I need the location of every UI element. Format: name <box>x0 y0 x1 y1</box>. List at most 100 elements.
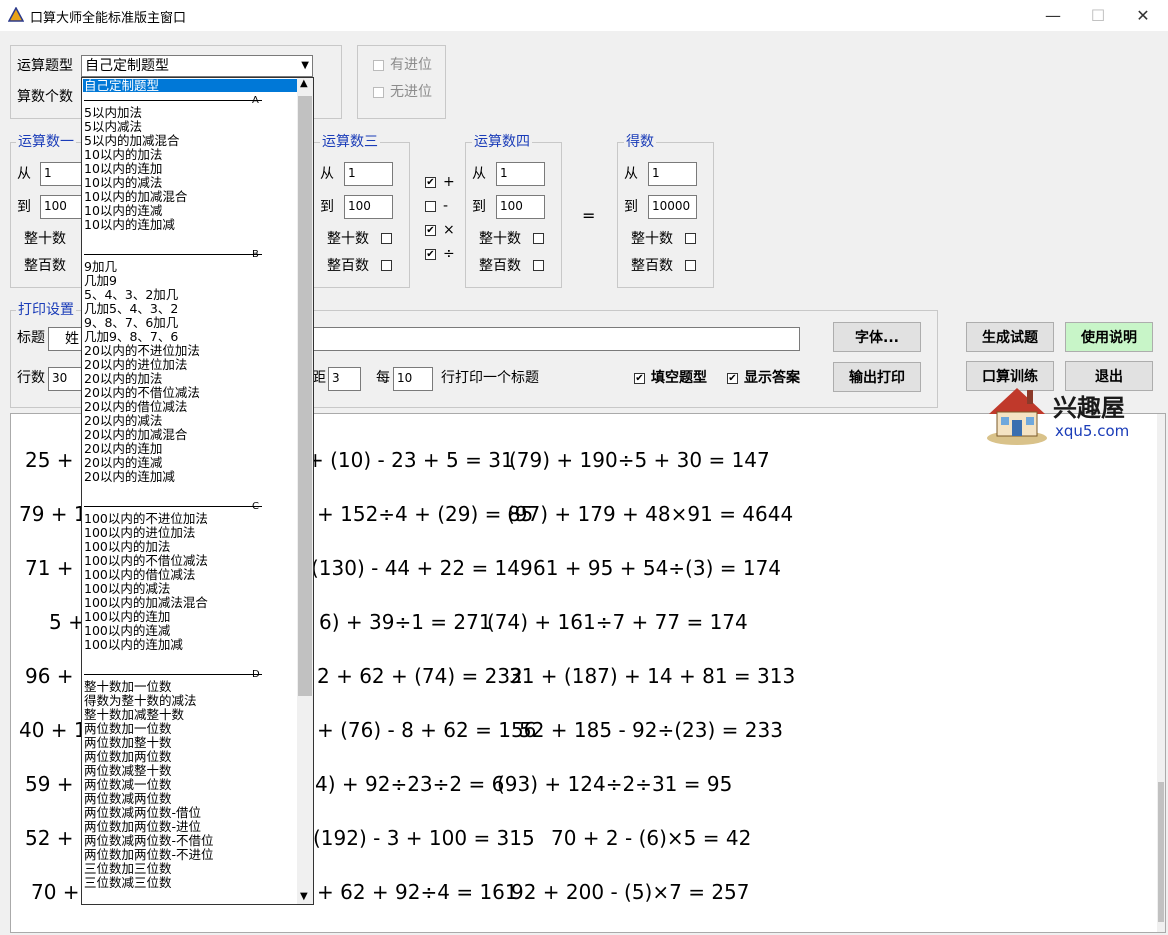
dropdown-item[interactable]: 两位数减两位数-不借位 <box>84 834 214 848</box>
dropdown-item[interactable]: 20以内的不进位加法 <box>84 344 200 358</box>
operand1-from-label: 从 <box>17 166 31 182</box>
every-label: 每 <box>376 370 390 386</box>
chevron-down-icon[interactable]: ▼ <box>301 56 309 76</box>
dropdown-item[interactable]: 5以内的加减混合 <box>84 134 179 148</box>
dropdown-item[interactable]: 几加9、8、7、6 <box>84 330 178 344</box>
divide-checkbox[interactable]: ✔ <box>425 249 436 260</box>
dropdown-item[interactable]: 得数为整十数的减法 <box>84 694 197 708</box>
problem-item: 31 + (187) + 14 + 81 = 313 <box>509 664 796 688</box>
dropdown-item[interactable]: 10以内的连加减 <box>84 218 175 232</box>
problem-item: (74) + 161÷7 + 77 = 174 <box>487 610 748 634</box>
dropdown-item[interactable]: 20以内的连加 <box>84 442 162 456</box>
dropdown-item[interactable]: 9加几 <box>84 260 117 274</box>
result-tens-checkbox[interactable] <box>685 233 696 244</box>
dropdown-item[interactable]: 20以内的借位减法 <box>84 400 187 414</box>
dropdown-selected-item[interactable]: 自己定制题型 <box>83 79 298 92</box>
scroll-down-icon[interactable]: ▼ <box>300 891 308 902</box>
dropdown-item[interactable]: 两位数减两位数-借位 <box>84 806 201 820</box>
dropdown-item[interactable]: 两位数加两位数 <box>84 750 172 764</box>
output-print-button[interactable]: 输出打印 <box>833 362 921 392</box>
operand3-tens-checkbox[interactable] <box>381 233 392 244</box>
xqu5-logo: 兴趣屋 xqu5.com <box>983 380 1143 446</box>
dropdown-item[interactable]: 20以内的加减混合 <box>84 428 187 442</box>
dropdown-item[interactable]: 整十数加减整十数 <box>84 708 184 722</box>
result-hundreds-checkbox[interactable] <box>685 260 696 271</box>
dropdown-item[interactable]: 100以内的减法 <box>84 582 170 596</box>
dropdown-item[interactable]: 三位数减三位数 <box>84 876 172 890</box>
operand4-from-input[interactable]: 1 <box>496 162 545 186</box>
dropdown-item[interactable]: 两位数减一位数 <box>84 778 172 792</box>
dropdown-scrollbar-thumb[interactable] <box>298 96 312 696</box>
every-input[interactable]: 10 <box>393 367 433 391</box>
type-select[interactable]: 自己定制题型 ▼ <box>81 55 313 77</box>
dropdown-item[interactable]: 100以内的不借位减法 <box>84 554 208 568</box>
dropdown-item[interactable]: 100以内的连加 <box>84 610 170 624</box>
scroll-up-icon[interactable]: ▲ <box>300 78 308 89</box>
maximize-button[interactable]: ☐ <box>1075 0 1121 31</box>
dropdown-item[interactable]: 20以内的连减 <box>84 456 162 470</box>
dropdown-item[interactable]: 两位数加两位数-进位 <box>84 820 201 834</box>
dropdown-scrollbar[interactable]: ▲ ▼ <box>297 78 313 904</box>
carry-checkbox[interactable] <box>373 60 384 71</box>
dropdown-item[interactable]: 5、4、3、2加几 <box>84 288 178 302</box>
times-checkbox[interactable]: ✔ <box>425 225 436 236</box>
dropdown-item[interactable]: 两位数加两位数-不进位 <box>84 848 214 862</box>
operand3-hundreds-checkbox[interactable] <box>381 260 392 271</box>
dropdown-item[interactable]: 5以内减法 <box>84 120 142 134</box>
minimize-button[interactable]: — <box>1030 0 1076 31</box>
dropdown-separator-label: C <box>252 501 259 512</box>
dropdown-item[interactable]: 10以内的连减 <box>84 204 162 218</box>
rows-input[interactable]: 30 <box>48 367 82 391</box>
generate-button[interactable]: 生成试题 <box>966 322 1054 352</box>
dropdown-item[interactable]: 100以内的加减法混合 <box>84 596 208 610</box>
dropdown-item[interactable]: 10以内的减法 <box>84 176 162 190</box>
dropdown-item[interactable]: 20以内的减法 <box>84 414 162 428</box>
operand3-to-input[interactable]: 100 <box>344 195 393 219</box>
dropdown-item[interactable]: 10以内的连加 <box>84 162 162 176</box>
dropdown-item[interactable]: 10以内的加法 <box>84 148 162 162</box>
dropdown-item[interactable]: 20以内的连加减 <box>84 470 175 484</box>
dropdown-item[interactable]: 两位数加整十数 <box>84 736 172 750</box>
show-answer-checkbox[interactable]: ✔ <box>727 373 738 384</box>
result-from-input[interactable]: 1 <box>648 162 697 186</box>
operand4-to-input[interactable]: 100 <box>496 195 545 219</box>
problem-item: (130) - 44 + 22 = 149 <box>311 556 533 580</box>
problem-scrollbar[interactable] <box>1157 414 1165 932</box>
minus-checkbox[interactable] <box>425 201 436 212</box>
operand4-hundreds-checkbox[interactable] <box>533 260 544 271</box>
plus-checkbox[interactable]: ✔ <box>425 177 436 188</box>
dropdown-item[interactable]: 100以内的借位减法 <box>84 568 195 582</box>
dropdown-item[interactable]: 几加9 <box>84 274 117 288</box>
dropdown-item[interactable]: 20以内的不借位减法 <box>84 386 200 400</box>
dropdown-item[interactable]: 两位数减整十数 <box>84 764 172 778</box>
dropdown-item[interactable]: 5以内加法 <box>84 106 142 120</box>
dropdown-separator-label: A <box>252 95 259 106</box>
dropdown-item[interactable]: 两位数减两位数 <box>84 792 172 806</box>
problem-scrollbar-thumb[interactable] <box>1158 782 1164 922</box>
dropdown-item[interactable]: 100以内的进位加法 <box>84 526 195 540</box>
spacing-input[interactable]: 3 <box>328 367 361 391</box>
result-to-input[interactable]: 10000 <box>648 195 697 219</box>
dropdown-item[interactable]: 100以内的连加减 <box>84 638 183 652</box>
dropdown-item[interactable]: 10以内的加减混合 <box>84 190 187 204</box>
dropdown-item[interactable]: 20以内的加法 <box>84 372 162 386</box>
operand4-tens-checkbox[interactable] <box>533 233 544 244</box>
dropdown-item[interactable]: 100以内的不进位加法 <box>84 512 208 526</box>
fill-blank-checkbox[interactable]: ✔ <box>634 373 645 384</box>
dropdown-item[interactable]: 100以内的连减 <box>84 624 170 638</box>
type-dropdown-list[interactable]: 自己定制题型 A 5以内加法 5以内减法 5以内的加减混合 10以内的加法 10以内的连加… <box>81 77 314 905</box>
dropdown-item[interactable]: 20以内的进位加法 <box>84 358 187 372</box>
font-button[interactable]: 字体... <box>833 322 921 352</box>
close-button[interactable]: ✕ <box>1120 0 1166 31</box>
dropdown-item[interactable]: 9、8、7、6加几 <box>84 316 178 330</box>
dropdown-item[interactable]: 100以内的加法 <box>84 540 170 554</box>
instructions-button[interactable]: 使用说明 <box>1065 322 1153 352</box>
operand3-from-input[interactable]: 1 <box>344 162 393 186</box>
dropdown-item[interactable]: 三位数加三位数 <box>84 862 172 876</box>
result-to-label: 到 <box>624 199 638 215</box>
dropdown-item[interactable]: 两位数加一位数 <box>84 722 172 736</box>
nocarry-checkbox[interactable] <box>373 87 384 98</box>
dropdown-item[interactable]: 几加5、4、3、2 <box>84 302 178 316</box>
fill-blank-label: 填空题型 <box>651 370 707 386</box>
dropdown-item[interactable]: 整十数加一位数 <box>84 680 172 694</box>
